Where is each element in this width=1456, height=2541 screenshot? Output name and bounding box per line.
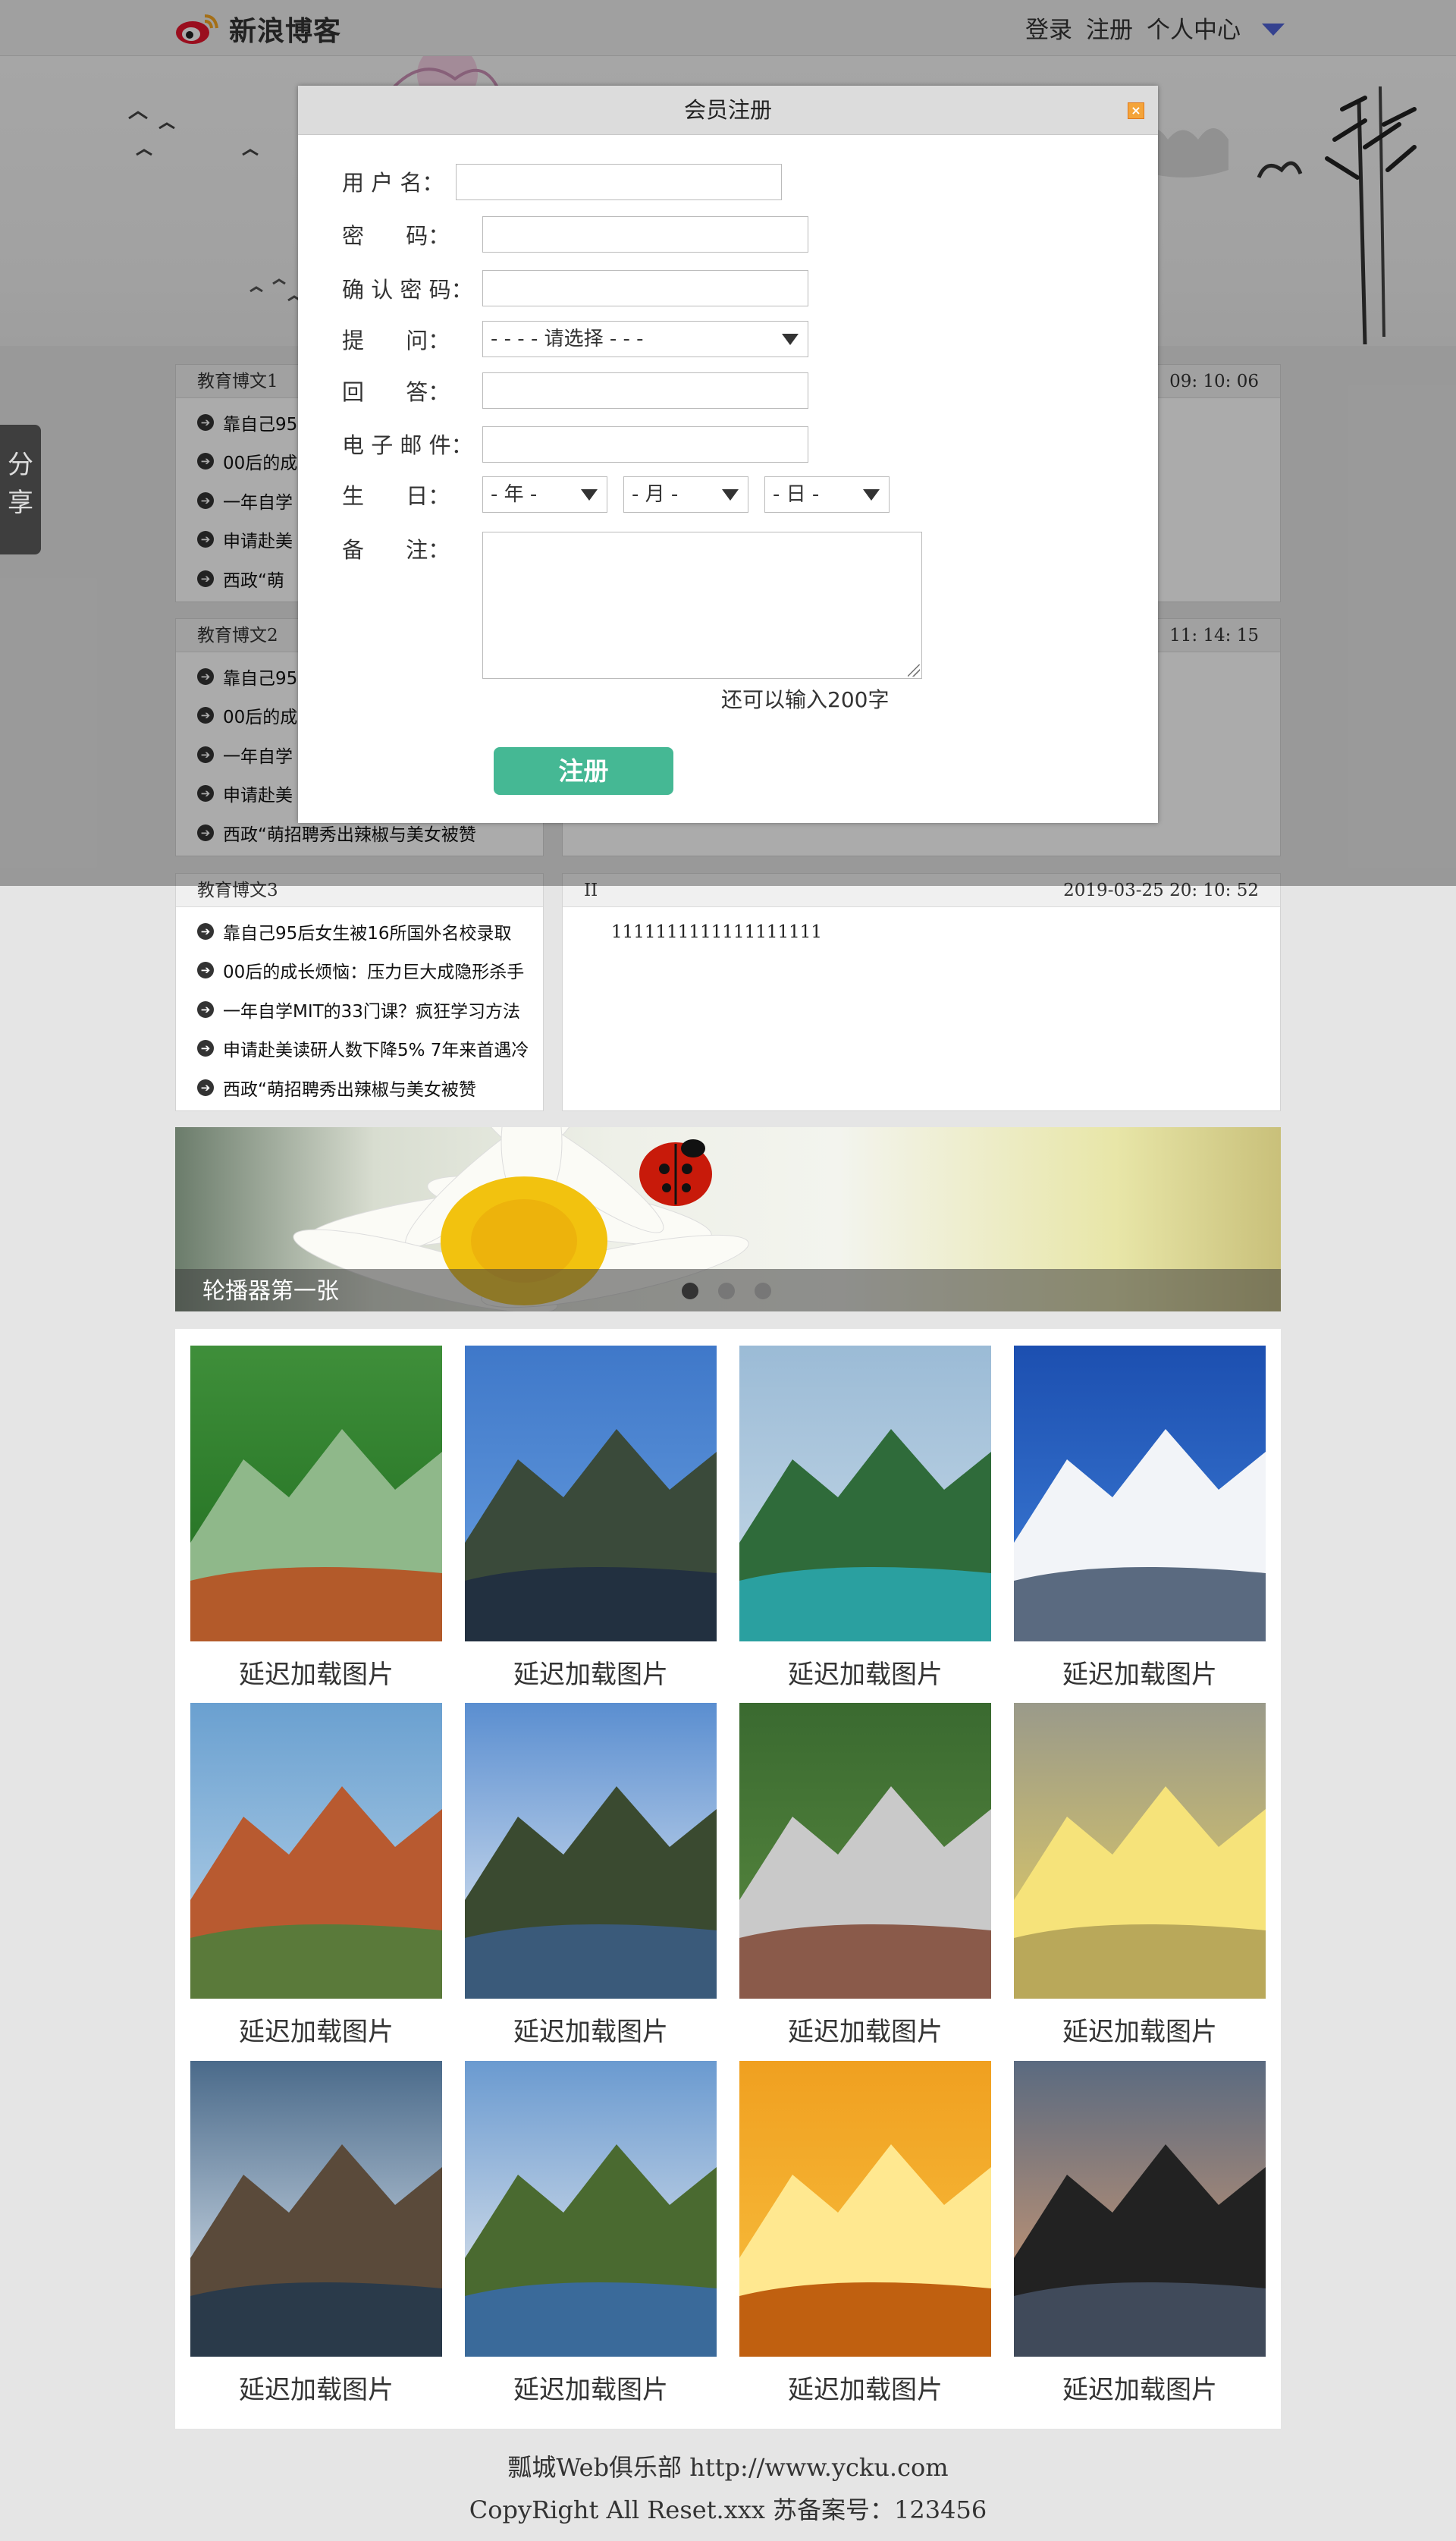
resize-grip-icon[interactable] [908, 664, 920, 677]
share-tab[interactable]: 分 享 [0, 425, 41, 554]
snow-river-image [190, 2061, 442, 2357]
note-label: 备 注： [342, 537, 450, 563]
username-label: 用 户 名： [342, 170, 444, 196]
question-select[interactable]: - - - - 请选择 - - - [482, 321, 808, 357]
snow-mountain-image [1014, 1346, 1266, 1641]
gallery-caption: 延迟加载图片 [513, 2375, 668, 2405]
birthday-label: 生 日： [342, 483, 450, 509]
pavilion-lake-image [465, 1703, 717, 1999]
password-input[interactable] [482, 216, 808, 253]
footer-club: 瓢城Web俱乐部 http://www.ycku.com [507, 2453, 949, 2482]
day-select[interactable]: - 日 - [764, 476, 890, 513]
gallery-caption: 延迟加载图片 [239, 2375, 394, 2405]
sunset-sea-image [739, 2061, 991, 2357]
footer-copyright: CopyRight All Reset.xxx 苏备案号：123456 [469, 2495, 987, 2524]
char-count-hint: 还可以输入200字 [721, 687, 890, 712]
dialog-title: 会员注册 × [298, 86, 1158, 135]
arrow-right-icon: ➔ [197, 922, 214, 940]
confirm-password-input[interactable] [482, 270, 808, 306]
gallery-item[interactable]: 延迟加载图片 [465, 1346, 717, 1691]
gallery-item[interactable]: 延迟加载图片 [190, 1703, 442, 2048]
gallery-caption: 延迟加载图片 [1062, 1660, 1217, 1690]
golden-sky-image [1014, 1703, 1266, 1999]
arrow-right-icon: ➔ [197, 1079, 214, 1096]
email-label: 电 子 邮 件： [342, 432, 473, 458]
month-select[interactable]: - 月 - [623, 476, 748, 513]
email-input[interactable] [482, 426, 808, 463]
gallery-caption: 延迟加载图片 [513, 2017, 668, 2047]
list-item[interactable]: ➔ 西政“萌招聘秀出辣椒与美女被赞 [197, 1068, 543, 1107]
red-cliff-image [190, 1703, 442, 1999]
gallery-item[interactable]: 延迟加载图片 [190, 2061, 442, 2406]
gallery-caption: 延迟加载图片 [788, 2375, 943, 2405]
gallery-caption: 延迟加载图片 [788, 2017, 943, 2047]
select-arrow-icon [782, 334, 799, 345]
list-item[interactable]: ➔ 一年自学MIT的33门课？疯狂学习方法 [197, 990, 543, 1029]
note-textarea[interactable] [482, 532, 922, 679]
list-item[interactable]: ➔ 申请赴美读研人数下降5% 7年来首遇冷 [197, 1029, 543, 1069]
tree-silhouette-image [1014, 2061, 1266, 2357]
select-arrow-icon [722, 489, 739, 501]
carousel-caption: 轮播器第一张 [202, 1278, 339, 1305]
question-label: 提 问： [342, 328, 450, 353]
carousel-dot-3[interactable] [755, 1283, 771, 1299]
gallery-item[interactable]: 延迟加载图片 [465, 1703, 717, 2048]
house-forest-image [190, 1346, 442, 1641]
gallery-item[interactable]: 延迟加载图片 [739, 2061, 991, 2406]
gallery-caption: 延迟加载图片 [1062, 2375, 1217, 2405]
gallery-item[interactable]: 延迟加载图片 [465, 2061, 717, 2406]
lake-island-image [739, 1346, 991, 1641]
gallery-item[interactable]: 延迟加载图片 [190, 1346, 442, 1691]
gallery-item[interactable]: 延迟加载图片 [1014, 1703, 1266, 2048]
blog-section-3: 教育博文3 ➔ 靠自己95后女生被16所国外名校录取 ➔ 00后的成长烦恼：压力巨大… [175, 873, 544, 1111]
image-gallery: 延迟加载图片 延迟加载图片 延迟加载图片 延迟加载图片 延迟加载图片 延迟加载图 [175, 1329, 1281, 2429]
gallery-caption: 延迟加载图片 [239, 1660, 394, 1690]
list-item[interactable]: ➔ 00后的成长烦恼：压力巨大成隐形杀手 [197, 951, 543, 991]
register-dialog: 会员注册 × 用 户 名： 密 码： 确 认 密 码： 提 问： - - - -… [298, 86, 1158, 823]
arrow-right-icon: ➔ [197, 1040, 214, 1057]
blog-detail-3: II 2019-03-25 20: 10: 52 111111111111111… [562, 873, 1281, 1111]
carousel-dots [682, 1283, 771, 1299]
list-item[interactable]: ➔ 靠自己95后女生被16所国外名校录取 [197, 912, 543, 951]
year-select[interactable]: - 年 - [482, 476, 607, 513]
confirm-password-label: 确 认 密 码： [342, 277, 473, 303]
green-hills-image [465, 2061, 717, 2357]
close-icon[interactable]: × [1128, 102, 1144, 119]
register-submit-button[interactable]: 注册 [494, 747, 673, 795]
gallery-caption: 延迟加载图片 [513, 1660, 668, 1690]
carousel-dot-1[interactable] [682, 1283, 698, 1299]
gallery-caption: 延迟加载图片 [788, 1660, 943, 1690]
answer-label: 回 答： [342, 379, 450, 405]
gallery-item[interactable]: 延迟加载图片 [739, 1703, 991, 2048]
village-image [739, 1703, 991, 1999]
arrow-right-icon: ➔ [197, 1000, 214, 1018]
detail-content: 1111111111111111111 [611, 922, 823, 942]
password-label: 密 码： [342, 223, 450, 249]
gallery-item[interactable]: 延迟加载图片 [1014, 1346, 1266, 1691]
carousel[interactable]: 轮播器第一张 [175, 1127, 1281, 1311]
gallery-item[interactable]: 延迟加载图片 [1014, 2061, 1266, 2406]
gallery-caption: 延迟加载图片 [239, 2017, 394, 2047]
answer-input[interactable] [482, 372, 808, 409]
carousel-dot-2[interactable] [718, 1283, 735, 1299]
arrow-right-icon: ➔ [197, 962, 214, 979]
username-input[interactable] [456, 164, 782, 200]
select-arrow-icon [581, 489, 598, 501]
select-arrow-icon [863, 489, 880, 501]
gallery-item[interactable]: 延迟加载图片 [739, 1346, 991, 1691]
karst-lake-image [465, 1346, 717, 1641]
gallery-caption: 延迟加载图片 [1062, 2017, 1217, 2047]
